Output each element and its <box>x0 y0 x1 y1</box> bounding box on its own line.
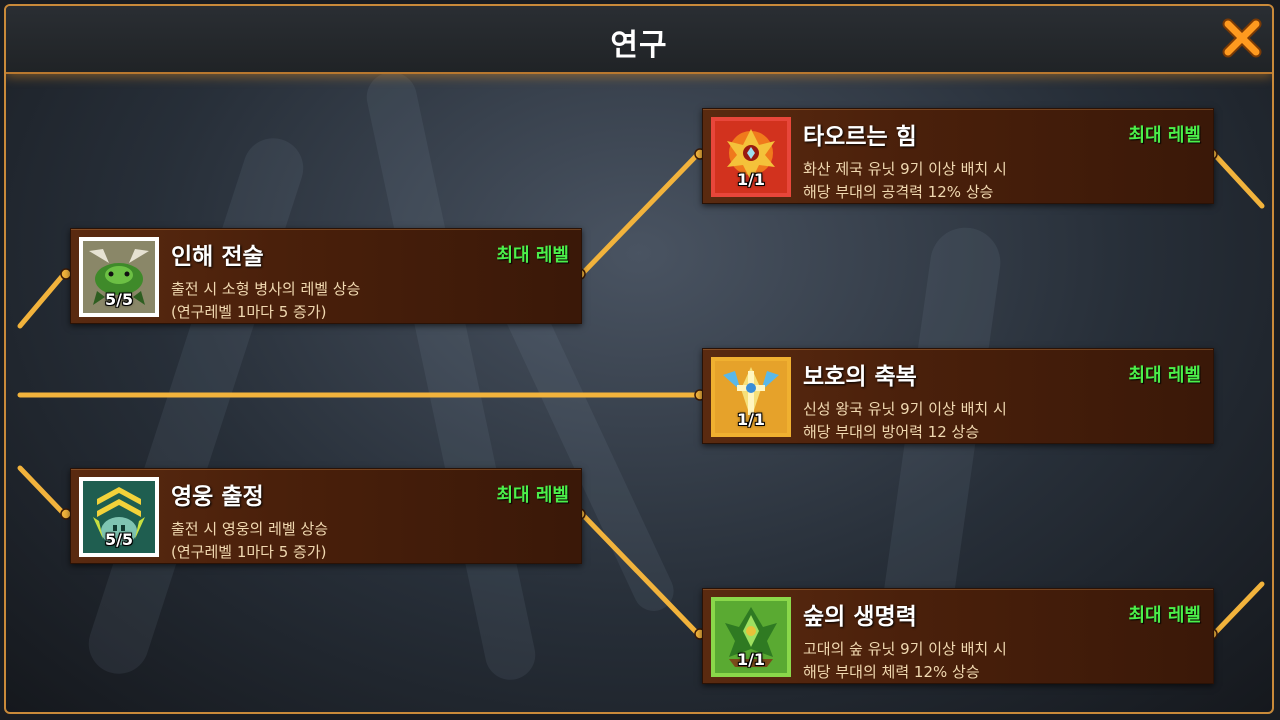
close-icon <box>1222 18 1262 58</box>
research-card-fire[interactable]: 1/1 타오르는 힘 최대 레벨 화산 제국 유닛 9기 이상 배치 시 해당 … <box>702 108 1214 204</box>
research-name: 숲의 생명력 <box>803 604 917 630</box>
research-level: 1/1 <box>736 410 766 429</box>
max-level-badge: 최대 레벨 <box>1128 365 1201 386</box>
research-level: 1/1 <box>736 650 766 669</box>
research-level: 5/5 <box>104 290 134 309</box>
research-card-holy[interactable]: 1/1 보호의 축복 최대 레벨 신성 왕국 유닛 9기 이상 배치 시 해당 … <box>702 348 1214 444</box>
research-desc-line1: 화산 제국 유닛 9기 이상 배치 시 <box>803 160 1007 178</box>
research-panel: 연구 5/5 인해 전술 최대 레벨 출전 시 소형 병사의 레벨 상승 (연구… <box>4 4 1274 714</box>
research-desc-line1: 출전 시 소형 병사의 레벨 상승 <box>171 280 361 298</box>
research-level: 1/1 <box>736 170 766 189</box>
research-desc-line2: 해당 부대의 공격력 12% 상승 <box>803 183 994 201</box>
research-desc-line2: 해당 부대의 방어력 12 상승 <box>803 423 980 441</box>
research-card-rebirth[interactable]: 5/5 인해 전술 최대 레벨 출전 시 소형 병사의 레벨 상승 (연구레벨 … <box>70 228 582 324</box>
research-desc-line1: 출전 시 영웅의 레벨 상승 <box>171 520 329 538</box>
research-desc-line2: (연구레벨 1마다 5 증가) <box>171 543 327 561</box>
research-desc-line1: 고대의 숲 유닛 9기 이상 배치 시 <box>803 640 1007 658</box>
research-desc-line1: 신성 왕국 유닛 9기 이상 배치 시 <box>803 400 1007 418</box>
max-level-badge: 최대 레벨 <box>496 485 569 506</box>
max-level-badge: 최대 레벨 <box>1128 125 1201 146</box>
max-level-badge: 최대 레벨 <box>1128 605 1201 626</box>
research-name: 보호의 축복 <box>803 364 917 390</box>
close-button[interactable] <box>1220 16 1264 60</box>
research-name: 타오르는 힘 <box>803 124 917 150</box>
research-level: 5/5 <box>104 530 134 549</box>
max-level-badge: 최대 레벨 <box>496 245 569 266</box>
research-card-hero[interactable]: 5/5 영웅 출정 최대 레벨 출전 시 영웅의 레벨 상승 (연구레벨 1마다… <box>70 468 582 564</box>
research-icon-frame: 1/1 <box>711 357 791 437</box>
research-desc-line2: (연구레벨 1마다 5 증가) <box>171 303 327 321</box>
research-desc-line2: 해당 부대의 체력 12% 상승 <box>803 663 980 681</box>
research-icon-frame: 5/5 <box>79 477 159 557</box>
research-icon-frame: 1/1 <box>711 117 791 197</box>
title-bar: 연구 <box>6 6 1272 74</box>
research-name: 영웅 출정 <box>171 484 264 510</box>
research-name: 인해 전술 <box>171 244 264 270</box>
page-title: 연구 <box>610 28 668 63</box>
research-icon-frame: 5/5 <box>79 237 159 317</box>
research-icon-frame: 1/1 <box>711 597 791 677</box>
research-card-forest[interactable]: 1/1 숲의 생명력 최대 레벨 고대의 숲 유닛 9기 이상 배치 시 해당 … <box>702 588 1214 684</box>
